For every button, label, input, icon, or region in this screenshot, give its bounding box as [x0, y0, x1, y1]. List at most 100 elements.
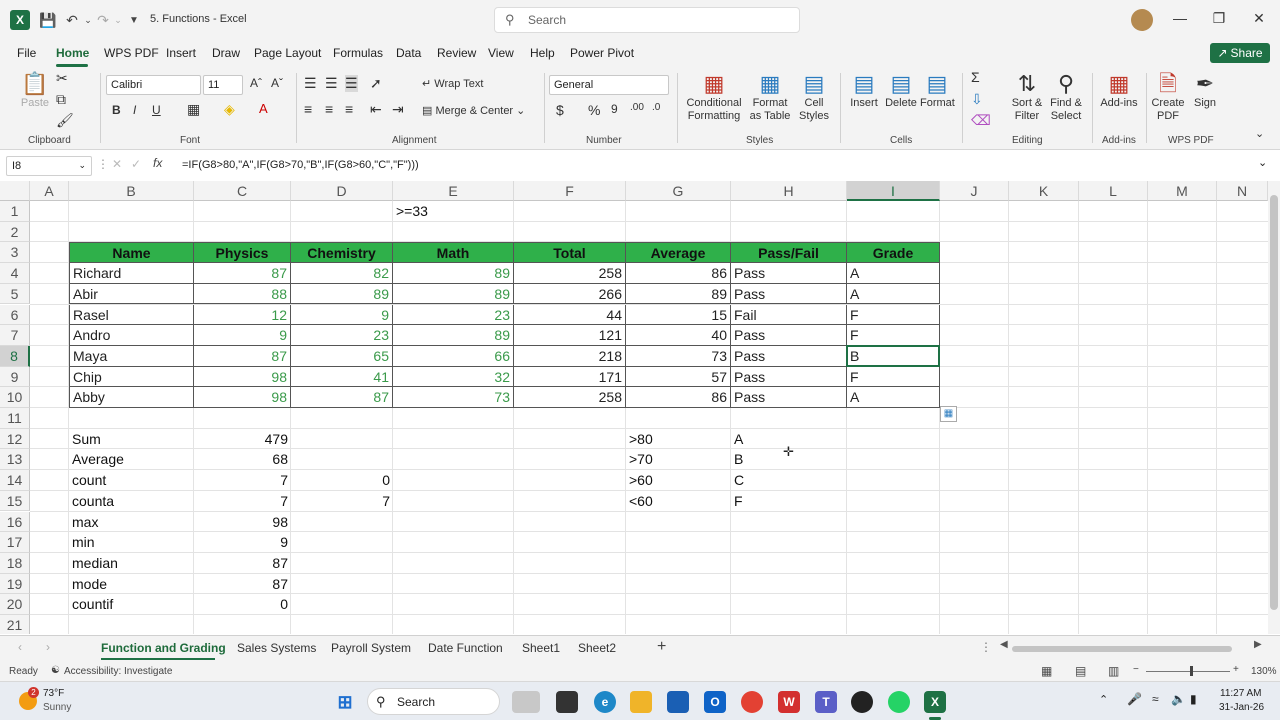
sort-filter-button[interactable]: ⇅ Sort & Filter: [1008, 71, 1046, 123]
table-cell[interactable]: 57: [626, 366, 731, 388]
stat-label[interactable]: countif: [69, 594, 194, 615]
grade-rule-condition[interactable]: >80: [626, 429, 731, 450]
comma-icon[interactable]: 9: [611, 102, 618, 116]
currency-icon[interactable]: $: [556, 102, 564, 118]
battery-icon[interactable]: ▮: [1190, 692, 1197, 706]
align-left-icon[interactable]: ≡: [304, 101, 312, 117]
row-header-18[interactable]: 18: [0, 552, 30, 574]
table-header-physics[interactable]: Physics: [194, 242, 291, 264]
grade-rule-condition[interactable]: >70: [626, 449, 731, 470]
align-bottom-icon[interactable]: ☰: [345, 75, 358, 92]
menu-page-layout[interactable]: Page Layout: [254, 46, 321, 60]
table-cell[interactable]: 32: [393, 366, 514, 388]
column-header-l[interactable]: L: [1079, 181, 1148, 201]
stat-value-d[interactable]: 7: [291, 491, 393, 512]
table-header-total[interactable]: Total: [514, 242, 626, 264]
row-header-14[interactable]: 14: [0, 470, 30, 491]
table-cell[interactable]: 98: [194, 366, 291, 388]
scroll-right-icon[interactable]: ▶: [1254, 639, 1262, 650]
table-cell[interactable]: Pass: [731, 387, 847, 408]
store-icon[interactable]: [667, 691, 689, 713]
clock-date[interactable]: 31-Jan-26: [1219, 702, 1264, 713]
table-cell[interactable]: 89: [393, 263, 514, 284]
decrease-font-icon[interactable]: Aˇ: [271, 76, 283, 90]
outlook-icon[interactable]: O: [704, 691, 726, 713]
column-header-m[interactable]: M: [1148, 181, 1217, 201]
wifi-icon[interactable]: ≈: [1152, 692, 1159, 706]
minimize-icon[interactable]: —: [1169, 10, 1191, 26]
sheet-tab-payroll-system[interactable]: Payroll System: [331, 641, 411, 655]
scroll-left-icon[interactable]: ◀: [1000, 639, 1008, 650]
collapse-ribbon-icon[interactable]: ⌄: [1255, 127, 1264, 140]
sheet-tab-sheet2[interactable]: Sheet2: [578, 641, 616, 655]
table-cell[interactable]: A: [847, 263, 940, 284]
table-cell[interactable]: F: [847, 366, 940, 388]
align-top-icon[interactable]: ☰: [304, 75, 317, 92]
table-cell[interactable]: 44: [514, 304, 626, 326]
table-cell[interactable]: A: [847, 387, 940, 408]
row-header-10[interactable]: 10: [0, 387, 30, 408]
underline-icon[interactable]: U: [152, 103, 161, 117]
table-cell[interactable]: 41: [291, 366, 393, 388]
table-cell[interactable]: 9: [194, 325, 291, 346]
fill-icon[interactable]: ⇩: [971, 91, 983, 108]
scrollbar-thumb[interactable]: [1270, 195, 1278, 610]
tray-chevron-icon[interactable]: ⌃: [1099, 693, 1108, 706]
taskbar-search[interactable]: ⚲ Search: [367, 688, 500, 715]
column-header-h[interactable]: H: [731, 181, 847, 201]
paste-button[interactable]: 📋 Paste: [20, 71, 50, 110]
orientation-icon[interactable]: ➚: [370, 75, 382, 92]
menu-review[interactable]: Review: [437, 46, 476, 60]
add-sheet-icon[interactable]: +: [657, 638, 666, 656]
stat-value-c[interactable]: 0: [194, 594, 291, 615]
table-cell[interactable]: 89: [393, 283, 514, 305]
table-cell[interactable]: 121: [514, 325, 626, 346]
accessibility-status[interactable]: Accessibility: Investigate: [64, 666, 172, 677]
cell-e1[interactable]: >=33: [393, 201, 513, 222]
zoom-out-icon[interactable]: −: [1133, 664, 1139, 675]
table-cell[interactable]: 66: [393, 345, 514, 367]
font-color-icon[interactable]: A: [259, 101, 268, 116]
increase-font-icon[interactable]: Aˆ: [250, 76, 262, 90]
font-size-dropdown[interactable]: 11: [203, 75, 243, 95]
number-format-dropdown[interactable]: General: [549, 75, 669, 95]
grade-rule-condition[interactable]: >60: [626, 470, 731, 491]
stat-value-c[interactable]: 7: [194, 470, 291, 491]
menu-help[interactable]: Help: [530, 46, 555, 60]
copy-icon[interactable]: ⧉: [56, 91, 66, 108]
column-header-c[interactable]: C: [194, 181, 291, 201]
table-cell[interactable]: 87: [194, 345, 291, 367]
align-right-icon[interactable]: ≡: [345, 101, 353, 117]
menu-formulas[interactable]: Formulas: [333, 46, 383, 60]
maximize-icon[interactable]: ❐: [1208, 10, 1230, 27]
share-button[interactable]: ↗ Share: [1210, 43, 1270, 63]
stat-value-c[interactable]: 98: [194, 512, 291, 533]
fill-color-icon[interactable]: ◈: [224, 101, 235, 118]
table-cell[interactable]: Rasel: [69, 304, 194, 326]
menu-data[interactable]: Data: [396, 46, 421, 60]
align-middle-icon[interactable]: ☰: [325, 75, 338, 92]
table-header-chemistry[interactable]: Chemistry: [291, 242, 393, 264]
insert-function-icon[interactable]: fx: [153, 156, 162, 170]
row-header-9[interactable]: 9: [0, 366, 30, 388]
create-pdf-button[interactable]: 🗎 Create PDF: [1150, 71, 1186, 123]
enter-icon[interactable]: ✓: [131, 157, 141, 171]
sheet-tab-date-function[interactable]: Date Function: [428, 641, 503, 655]
search-input[interactable]: ⚲ Search: [494, 7, 800, 33]
wrap-text-button[interactable]: ↵ Wrap Text: [422, 78, 483, 91]
table-cell[interactable]: 9: [291, 304, 393, 326]
table-cell[interactable]: 98: [194, 387, 291, 408]
customize-toolbar-icon[interactable]: ▼: [124, 10, 144, 30]
table-cell[interactable]: Abby: [69, 387, 194, 408]
merge-center-button[interactable]: ▤ Merge & Center ⌄: [422, 105, 525, 118]
menu-power-pivot[interactable]: Power Pivot: [570, 46, 634, 60]
teams-icon[interactable]: T: [815, 691, 837, 713]
table-cell[interactable]: 86: [626, 263, 731, 284]
table-header-math[interactable]: Math: [393, 242, 514, 264]
table-cell[interactable]: Pass: [731, 263, 847, 284]
clear-icon[interactable]: ⌫: [971, 112, 991, 129]
chrome-icon[interactable]: [741, 691, 763, 713]
stat-value-c[interactable]: 87: [194, 574, 291, 595]
decrease-indent-icon[interactable]: ⇤: [370, 101, 382, 118]
sheet-tab-sales-systems[interactable]: Sales Systems: [237, 641, 316, 655]
